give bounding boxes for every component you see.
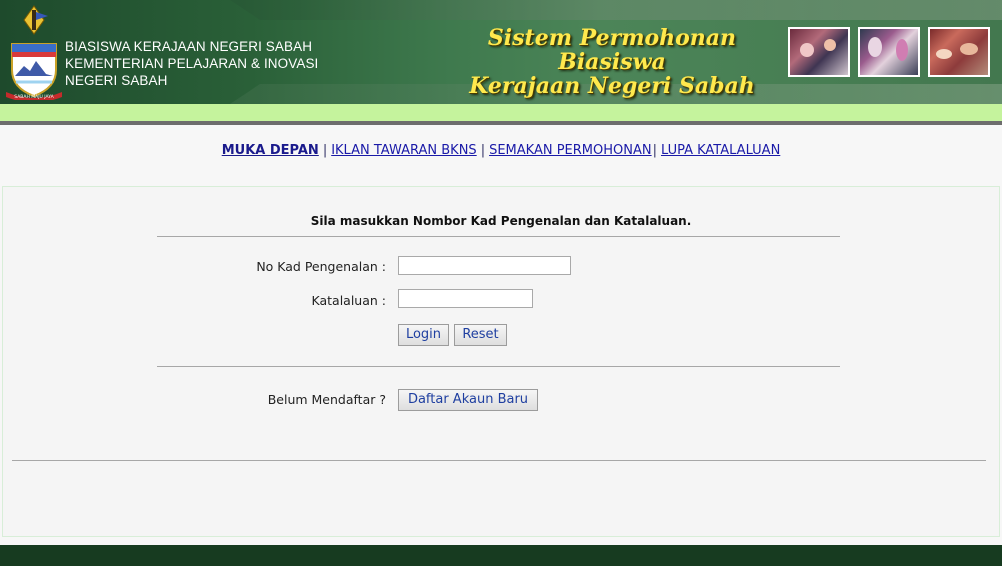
nav-separator: | — [652, 143, 657, 158]
header-line-1: BIASISWA KERAJAAN NEGERI SABAH — [65, 39, 313, 54]
header-decor-top — [230, 0, 1002, 20]
nav-link-lupa-katalaluan[interactable]: LUPA KATALALUAN — [661, 143, 780, 158]
header-org-text: BIASISWA KERAJAAN NEGERI SABAH KEMENTERI… — [65, 38, 318, 89]
ic-number-label: No Kad Pengenalan : — [256, 259, 386, 274]
login-instruction: Sila masukkan Nombor Kad Pengenalan dan … — [310, 214, 692, 228]
nav-separator: | — [480, 143, 486, 158]
register-prompt-label: Belum Mendaftar ? — [267, 392, 386, 407]
site-header: SABAH MAJU JAYA BIASISWA KERAJAAN NEGERI… — [0, 0, 1002, 104]
divider — [12, 460, 986, 461]
main-nav: MUKA DEPAN | IKLAN TAWARAN BKNS | SEMAKAN PE… — [0, 143, 1002, 158]
divider — [157, 236, 840, 237]
crest-motto: SABAH MAJU JAYA — [14, 94, 54, 100]
password-label: Katalaluan : — [311, 293, 387, 308]
header-lime-bar — [0, 104, 1002, 125]
nav-link-iklan-tawaran[interactable]: IKLAN TAWARAN BKNS — [331, 143, 476, 158]
nav-link-semakan-permohonan[interactable]: SEMAKAN PERMOHONAN — [489, 143, 652, 158]
login-panel — [2, 186, 1000, 537]
footer-bar — [0, 545, 1002, 566]
system-title: Sistem Permohonan Biasiswa Kerajaan Nege… — [445, 26, 779, 98]
system-title-line-1: Sistem Permohonan Biasiswa — [487, 25, 737, 75]
system-title-line-2: Kerajaan Negeri Sabah — [469, 73, 755, 99]
register-account-button[interactable]: Daftar Akaun Baru — [398, 389, 538, 411]
ic-number-input[interactable] — [398, 256, 571, 275]
password-input[interactable] — [398, 289, 533, 308]
nav-separator: | — [322, 143, 328, 158]
header-photo-1 — [788, 27, 850, 77]
login-button[interactable]: Login — [398, 324, 449, 346]
sabah-crest-logo: SABAH MAJU JAYA — [6, 5, 62, 100]
header-photo-2 — [858, 27, 920, 77]
divider — [157, 366, 840, 367]
header-photo-3 — [928, 27, 990, 77]
header-line-2: KEMENTERIAN PELAJARAN & INOVASI — [65, 56, 319, 71]
nav-link-muka-depan[interactable]: MUKA DEPAN — [222, 143, 319, 158]
header-line-3: NEGERI SABAH — [65, 73, 168, 88]
reset-button[interactable]: Reset — [454, 324, 507, 346]
